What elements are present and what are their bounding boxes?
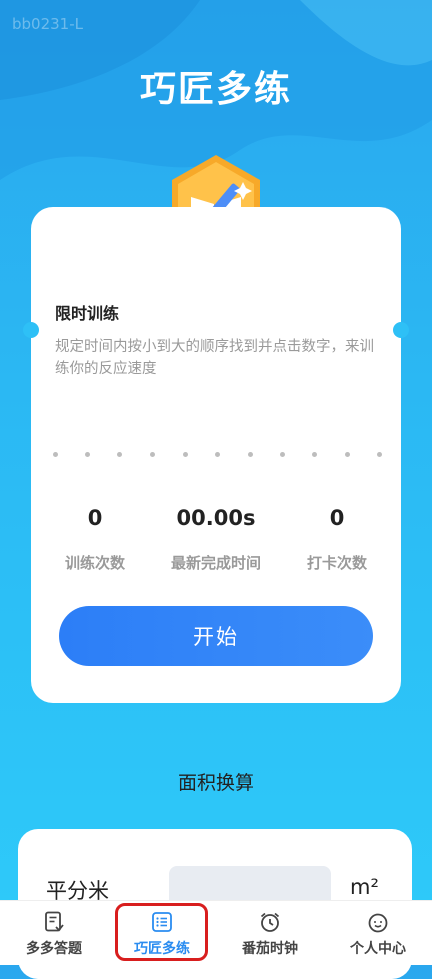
page-title: 巧匠多练	[139, 69, 292, 110]
tab-label: 个人中心	[350, 941, 406, 957]
training-card-title: 限时训练	[55, 304, 120, 323]
training-count-value: 0	[87, 506, 103, 530]
area-conversion-title: 面积换算	[177, 772, 254, 794]
latest-time-value: 00.00s	[176, 506, 256, 530]
divider-dot	[280, 452, 285, 457]
divider-dot	[150, 452, 155, 457]
quiz-icon	[45, 911, 64, 932]
active-tab-highlight	[115, 903, 208, 961]
tab-label: 多多答题	[26, 941, 82, 957]
tab-pomodoro[interactable]: 番茄时钟	[216, 901, 324, 965]
divider-dot	[117, 452, 122, 457]
checkin-count-value: 0	[329, 506, 345, 530]
tab-label: 番茄时钟	[242, 941, 298, 957]
divider-dot	[377, 452, 382, 457]
divider-dot	[53, 452, 58, 457]
divider-dot	[345, 452, 350, 457]
latest-time-label: 最新完成时间	[170, 554, 261, 572]
divider-dot	[215, 452, 220, 457]
tab-quiz[interactable]: 多多答题	[0, 901, 108, 965]
checkin-count-label: 打卡次数	[306, 554, 367, 572]
alarm-clock-icon	[260, 912, 280, 932]
unit-symbol: m²	[350, 875, 379, 899]
watermark: bb0231-L	[12, 15, 83, 33]
tab-profile[interactable]: 个人中心	[324, 901, 432, 965]
bottom-tab-bar: 多多答题 巧匠多练 番茄时钟 个人中心	[0, 900, 432, 965]
card-notch-left	[23, 322, 39, 338]
divider-dot	[183, 452, 188, 457]
training-card-description: 规定时间内按小到大的顺序找到并点击数字，来训练你的反应速度	[55, 339, 374, 377]
training-count-label: 训练次数	[64, 554, 125, 572]
divider-dot	[312, 452, 317, 457]
smiley-face-icon	[368, 913, 388, 933]
start-button[interactable]: 开始	[59, 606, 373, 666]
divider-dot	[85, 452, 90, 457]
dotted-divider	[53, 452, 383, 458]
divider-dot	[248, 452, 253, 457]
card-notch-right	[393, 322, 409, 338]
